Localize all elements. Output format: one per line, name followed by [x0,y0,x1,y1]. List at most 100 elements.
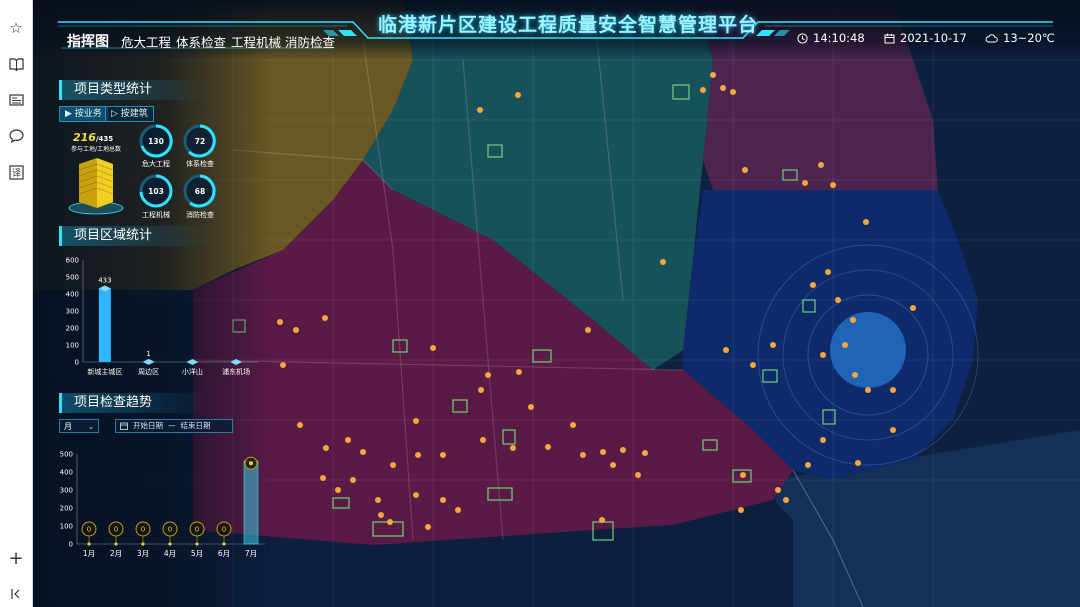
x-tick-label: 小洋山 [182,367,203,376]
y-tick-label: 500 [66,274,79,282]
data-label: 0 [195,526,199,534]
bar [243,460,259,545]
nav-command-map[interactable]: 指挥图 [67,31,109,51]
bar-group: 0 [162,521,178,546]
bar-group: 0 [108,521,124,546]
clock: 14:10:48 [797,31,865,45]
bar [98,288,111,362]
data-label: 0 [87,526,91,534]
x-tick-label: 新城主城区 [87,367,122,376]
data-label: 0 [141,526,145,534]
collapse-icon[interactable] [6,584,26,604]
calendar-icon [884,33,895,43]
y-tick-label: 0 [69,541,73,549]
browser-sidebar: ☆ 译 + [0,0,33,607]
ring-value-fire-check: 68 [194,187,206,196]
ring-value-major-hazard: 130 [148,137,164,146]
translate-icon[interactable]: 译 [6,162,26,182]
end-date-input[interactable]: 结束日期 [181,419,211,433]
bar-group: 0 [81,521,97,546]
bar-marker-dot [249,461,253,466]
zero-dot [141,542,145,546]
bar-cap [230,359,243,365]
y-tick-label: 100 [66,342,79,350]
book-icon[interactable] [6,54,26,74]
clock-icon [797,32,808,44]
section-project-type: 项目类型统计 [59,80,209,100]
cloud-icon [985,34,998,43]
bar-group: 0 [216,521,232,546]
zero-dot [87,542,91,546]
x-tick-label: 2月 [110,549,122,558]
zero-dot [168,542,172,546]
building-icon [68,158,124,215]
ring-label-system-check: 体系检查 [186,160,214,168]
x-tick-label: 6月 [218,549,230,558]
x-tick-label: 3月 [137,549,149,558]
y-tick-label: 500 [60,451,73,459]
chevron-down-icon: ⌄ [88,423,94,431]
bar-group [230,359,243,365]
bar-group: 0 [189,521,205,546]
data-label: 0 [114,526,118,534]
period-select[interactable]: 月 ⌄ [59,419,99,433]
zero-dot [195,542,199,546]
y-tick-label: 300 [66,308,79,316]
nav-machinery[interactable]: 工程机械 [231,32,281,51]
weather-text: 13~20℃ [1003,31,1055,45]
y-tick-label: 600 [66,257,79,265]
toggle-by-building[interactable]: ▷ 按建筑 [105,106,154,122]
toggle-by-business[interactable]: ▶ 按业务 [59,106,108,122]
y-tick-label: 400 [66,291,79,299]
inspection-trend-chart: 0 100 200 300 400 500 0 1月 0 2月 0 3月 0 4月 0 5月 0 6月 7月 [60,451,265,558]
bar-group: 1 [142,350,155,365]
region-bar-chart: 0 100 200 300 400 500 600 433 新城主城区 1 周边区 小洋山 浦东机场 [66,257,258,376]
total-sites: 216/435 [73,131,114,144]
card-icon[interactable] [6,90,26,110]
x-tick-label: 7月 [245,549,257,558]
y-tick-label: 300 [60,487,73,495]
y-tick-label: 200 [60,505,73,513]
nav-fire-check[interactable]: 消防检查 [285,32,335,51]
bar-cap [186,359,199,365]
ring-label-fire-check: 消防检查 [186,211,214,219]
page-title: 临港新片区建设工程质量安全智慧管理平台 [377,14,758,36]
y-tick-label: 0 [75,359,79,367]
bar-cap [142,358,155,365]
date-text: 2021-10-17 [900,31,967,45]
data-label: 1 [146,350,150,358]
ring-label-major-hazard: 危大工程 [142,160,170,168]
section-region-stats: 项目区域统计 [59,226,209,246]
time-text: 14:10:48 [813,31,865,45]
x-tick-label: 4月 [164,549,176,558]
data-label: 433 [98,276,111,284]
dashboard: 临港新片区建设工程质量安全智慧管理平台 指挥图 危大工程 体系检查 工程机械 消… [33,0,1080,607]
plus-icon[interactable]: + [6,548,26,569]
nav-system-check[interactable]: 体系检查 [176,32,226,51]
data-label: 0 [168,526,172,534]
date-range-picker[interactable]: 开始日期 — 结束日期 [115,419,233,433]
date: 2021-10-17 [884,31,967,45]
weather: 13~20℃ [985,31,1055,45]
x-tick-label: 浦东机场 [222,367,250,376]
bar-group: 433 [98,276,112,362]
bar-group [186,359,199,365]
x-tick-label: 1月 [83,549,95,558]
bar-group [243,456,259,545]
svg-text:译: 译 [11,168,20,179]
chat-icon[interactable] [6,126,26,146]
star-icon[interactable]: ☆ [6,18,26,38]
calendar-icon [120,422,128,430]
nav-major-hazard[interactable]: 危大工程 [121,32,171,51]
ring-value-machinery: 103 [148,187,164,196]
x-tick-label: 5月 [191,549,203,558]
bar-group: 0 [135,521,151,546]
zero-dot [222,542,226,546]
x-tick-label: 周边区 [138,367,159,376]
section-inspection-trend: 项目检查趋势 [59,393,209,413]
date-separator: — [168,421,176,430]
ring-label-machinery: 工程机械 [142,211,170,219]
y-tick-label: 100 [60,523,73,531]
ring-value-system-check: 72 [194,137,206,146]
start-date-input[interactable]: 开始日期 [133,419,163,433]
